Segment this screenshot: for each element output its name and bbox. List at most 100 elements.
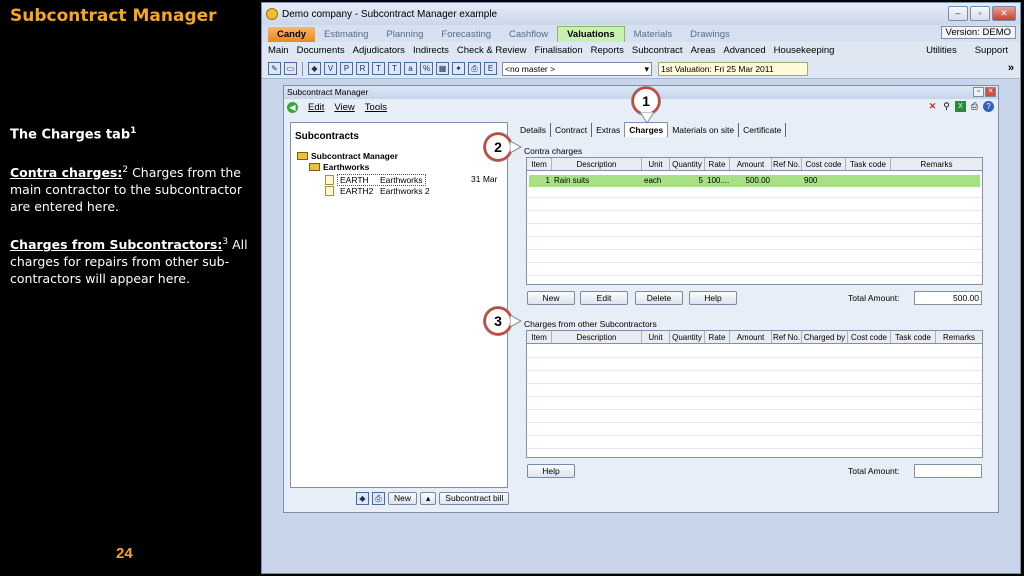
e-icon[interactable]: E <box>484 62 497 75</box>
col-description[interactable]: Description <box>552 158 642 170</box>
menu-check-review[interactable]: Check & Review <box>457 45 527 56</box>
tab-cashflow[interactable]: Cashflow <box>500 27 557 42</box>
col-amount[interactable]: Amount <box>730 158 772 170</box>
col-task-code[interactable]: Task code <box>891 331 936 343</box>
menu-documents[interactable]: Documents <box>297 45 345 56</box>
menu-subcontract[interactable]: Subcontract <box>632 45 683 56</box>
col-item[interactable]: Item <box>527 158 552 170</box>
menu-adjudicators[interactable]: Adjudicators <box>353 45 405 56</box>
subcontract-bill-button[interactable]: Subcontract bill <box>439 492 510 505</box>
tab-drawings[interactable]: Drawings <box>681 27 739 42</box>
col-ref-no[interactable]: Ref No. <box>772 158 802 170</box>
col-rate[interactable]: Rate <box>705 331 730 343</box>
col-cost-code[interactable]: Cost code <box>848 331 891 343</box>
menu-indirects[interactable]: Indirects <box>413 45 449 56</box>
menu-housekeeping[interactable]: Housekeeping <box>774 45 835 56</box>
wand-icon[interactable]: ✎ <box>268 62 281 75</box>
tree-root[interactable]: Subcontract Manager <box>297 151 398 161</box>
tab-extras[interactable]: Extras <box>592 123 624 137</box>
r-icon[interactable]: R <box>356 62 369 75</box>
valuation-field[interactable]: 1st Valuation: Fri 25 Mar 2011 <box>658 61 808 76</box>
calc-icon[interactable]: ▦ <box>436 62 449 75</box>
tab-valuations[interactable]: Valuations <box>557 26 625 42</box>
col-unit[interactable]: Unit <box>642 158 670 170</box>
ab-icon[interactable]: a <box>404 62 417 75</box>
screen-icon[interactable]: ▭ <box>284 62 297 75</box>
tab-details[interactable]: Details <box>516 123 551 137</box>
help-button[interactable]: Help <box>689 291 737 305</box>
new-subcontract-button[interactable]: New <box>388 492 418 505</box>
tree-item-earth2[interactable]: EARTH2 Earthworks 2 <box>325 186 430 196</box>
inner-close-icon[interactable]: ✕ <box>985 87 996 97</box>
menu-finalisation[interactable]: Finalisation <box>535 45 583 56</box>
menu-main[interactable]: Main <box>268 45 289 56</box>
col-task-code[interactable]: Task code <box>846 158 891 170</box>
menu-view[interactable]: View <box>334 102 354 113</box>
back-icon[interactable]: ◀ <box>287 101 298 113</box>
menu-edit[interactable]: Edit <box>308 102 324 113</box>
book-icon[interactable]: ◆ <box>356 492 369 505</box>
menu-advanced[interactable]: Advanced <box>723 45 765 56</box>
tab-estimating[interactable]: Estimating <box>315 27 377 42</box>
others-help-button[interactable]: Help <box>527 464 575 478</box>
binoculars-icon[interactable]: ⚲ <box>941 101 952 112</box>
tab-materials[interactable]: Materials <box>625 27 682 42</box>
col-ref-no[interactable]: Ref No. <box>772 331 802 343</box>
tree-item-earth[interactable]: EARTH Earthworks <box>325 174 426 186</box>
other-charges-grid[interactable]: Item Description Unit Quantity Rate Amou… <box>526 330 983 458</box>
menu-support[interactable]: Support <box>975 45 1008 56</box>
menu-tools[interactable]: Tools <box>365 102 387 113</box>
col-unit[interactable]: Unit <box>642 331 670 343</box>
col-description[interactable]: Description <box>552 331 642 343</box>
tab-forecasting[interactable]: Forecasting <box>432 27 500 42</box>
tab-candy[interactable]: Candy <box>268 27 316 42</box>
col-item[interactable]: Item <box>527 331 552 343</box>
t-icon[interactable]: T <box>372 62 385 75</box>
tab-charges[interactable]: Charges <box>624 122 669 137</box>
book-icon[interactable]: ◆ <box>308 62 321 75</box>
tab-materials-on-site[interactable]: Materials on site <box>668 123 740 137</box>
menu-reports[interactable]: Reports <box>591 45 624 56</box>
excel-icon[interactable]: X <box>955 101 966 112</box>
new-button[interactable]: New <box>527 291 575 305</box>
up-arrow-icon[interactable]: ▴ <box>420 492 437 505</box>
contra-charges-grid[interactable]: Item Description Unit Quantity Rate Amou… <box>526 157 983 285</box>
callout-1: 1 <box>632 87 660 115</box>
col-rate[interactable]: Rate <box>705 158 730 170</box>
col-quantity[interactable]: Quantity <box>670 158 705 170</box>
other-charges-label: Charges from other Subcontractors <box>524 319 657 329</box>
tab-planning[interactable]: Planning <box>377 27 432 42</box>
v-icon[interactable]: V <box>324 62 337 75</box>
minimize-icon[interactable]: – <box>948 6 968 21</box>
menu-areas[interactable]: Areas <box>691 45 716 56</box>
close-icon[interactable]: ✕ <box>992 6 1016 21</box>
printer-icon[interactable]: ⎙ <box>969 101 980 112</box>
master-select[interactable]: <no master > <box>502 61 652 76</box>
print-icon[interactable]: ⎙ <box>468 62 481 75</box>
main-tabbar: Candy Estimating Planning Forecasting Ca… <box>262 25 1020 42</box>
percent-icon[interactable]: % <box>420 62 433 75</box>
help-icon[interactable]: ? <box>983 101 994 112</box>
col-remarks[interactable]: Remarks <box>936 331 982 343</box>
p-icon[interactable]: P <box>340 62 353 75</box>
delete-x-icon[interactable]: ✕ <box>927 101 938 112</box>
callout-2: 2 <box>484 133 512 161</box>
delete-button[interactable]: Delete <box>635 291 683 305</box>
tools-icon[interactable]: ✦ <box>452 62 465 75</box>
table-row[interactable]: 1 Rain suits each 5 100.... 500.00 900 <box>529 175 980 187</box>
tab-contract[interactable]: Contract <box>551 123 593 137</box>
print-icon[interactable]: ⎙ <box>372 492 385 505</box>
tree-group[interactable]: Earthworks <box>309 162 369 172</box>
col-amount[interactable]: Amount <box>730 331 772 343</box>
maximize-icon[interactable]: ▫ <box>970 6 990 21</box>
menu-utilities[interactable]: Utilities <box>926 45 957 56</box>
edit-button[interactable]: Edit <box>580 291 628 305</box>
col-remarks[interactable]: Remarks <box>891 158 982 170</box>
col-cost-code[interactable]: Cost code <box>802 158 846 170</box>
restore-icon[interactable]: ▫ <box>973 87 984 97</box>
col-charged-by[interactable]: Charged by <box>802 331 848 343</box>
tab-certificate[interactable]: Certificate <box>739 123 787 137</box>
font-icon[interactable]: T <box>388 62 401 75</box>
col-quantity[interactable]: Quantity <box>670 331 705 343</box>
double-chevron-icon[interactable]: » <box>1008 62 1014 74</box>
